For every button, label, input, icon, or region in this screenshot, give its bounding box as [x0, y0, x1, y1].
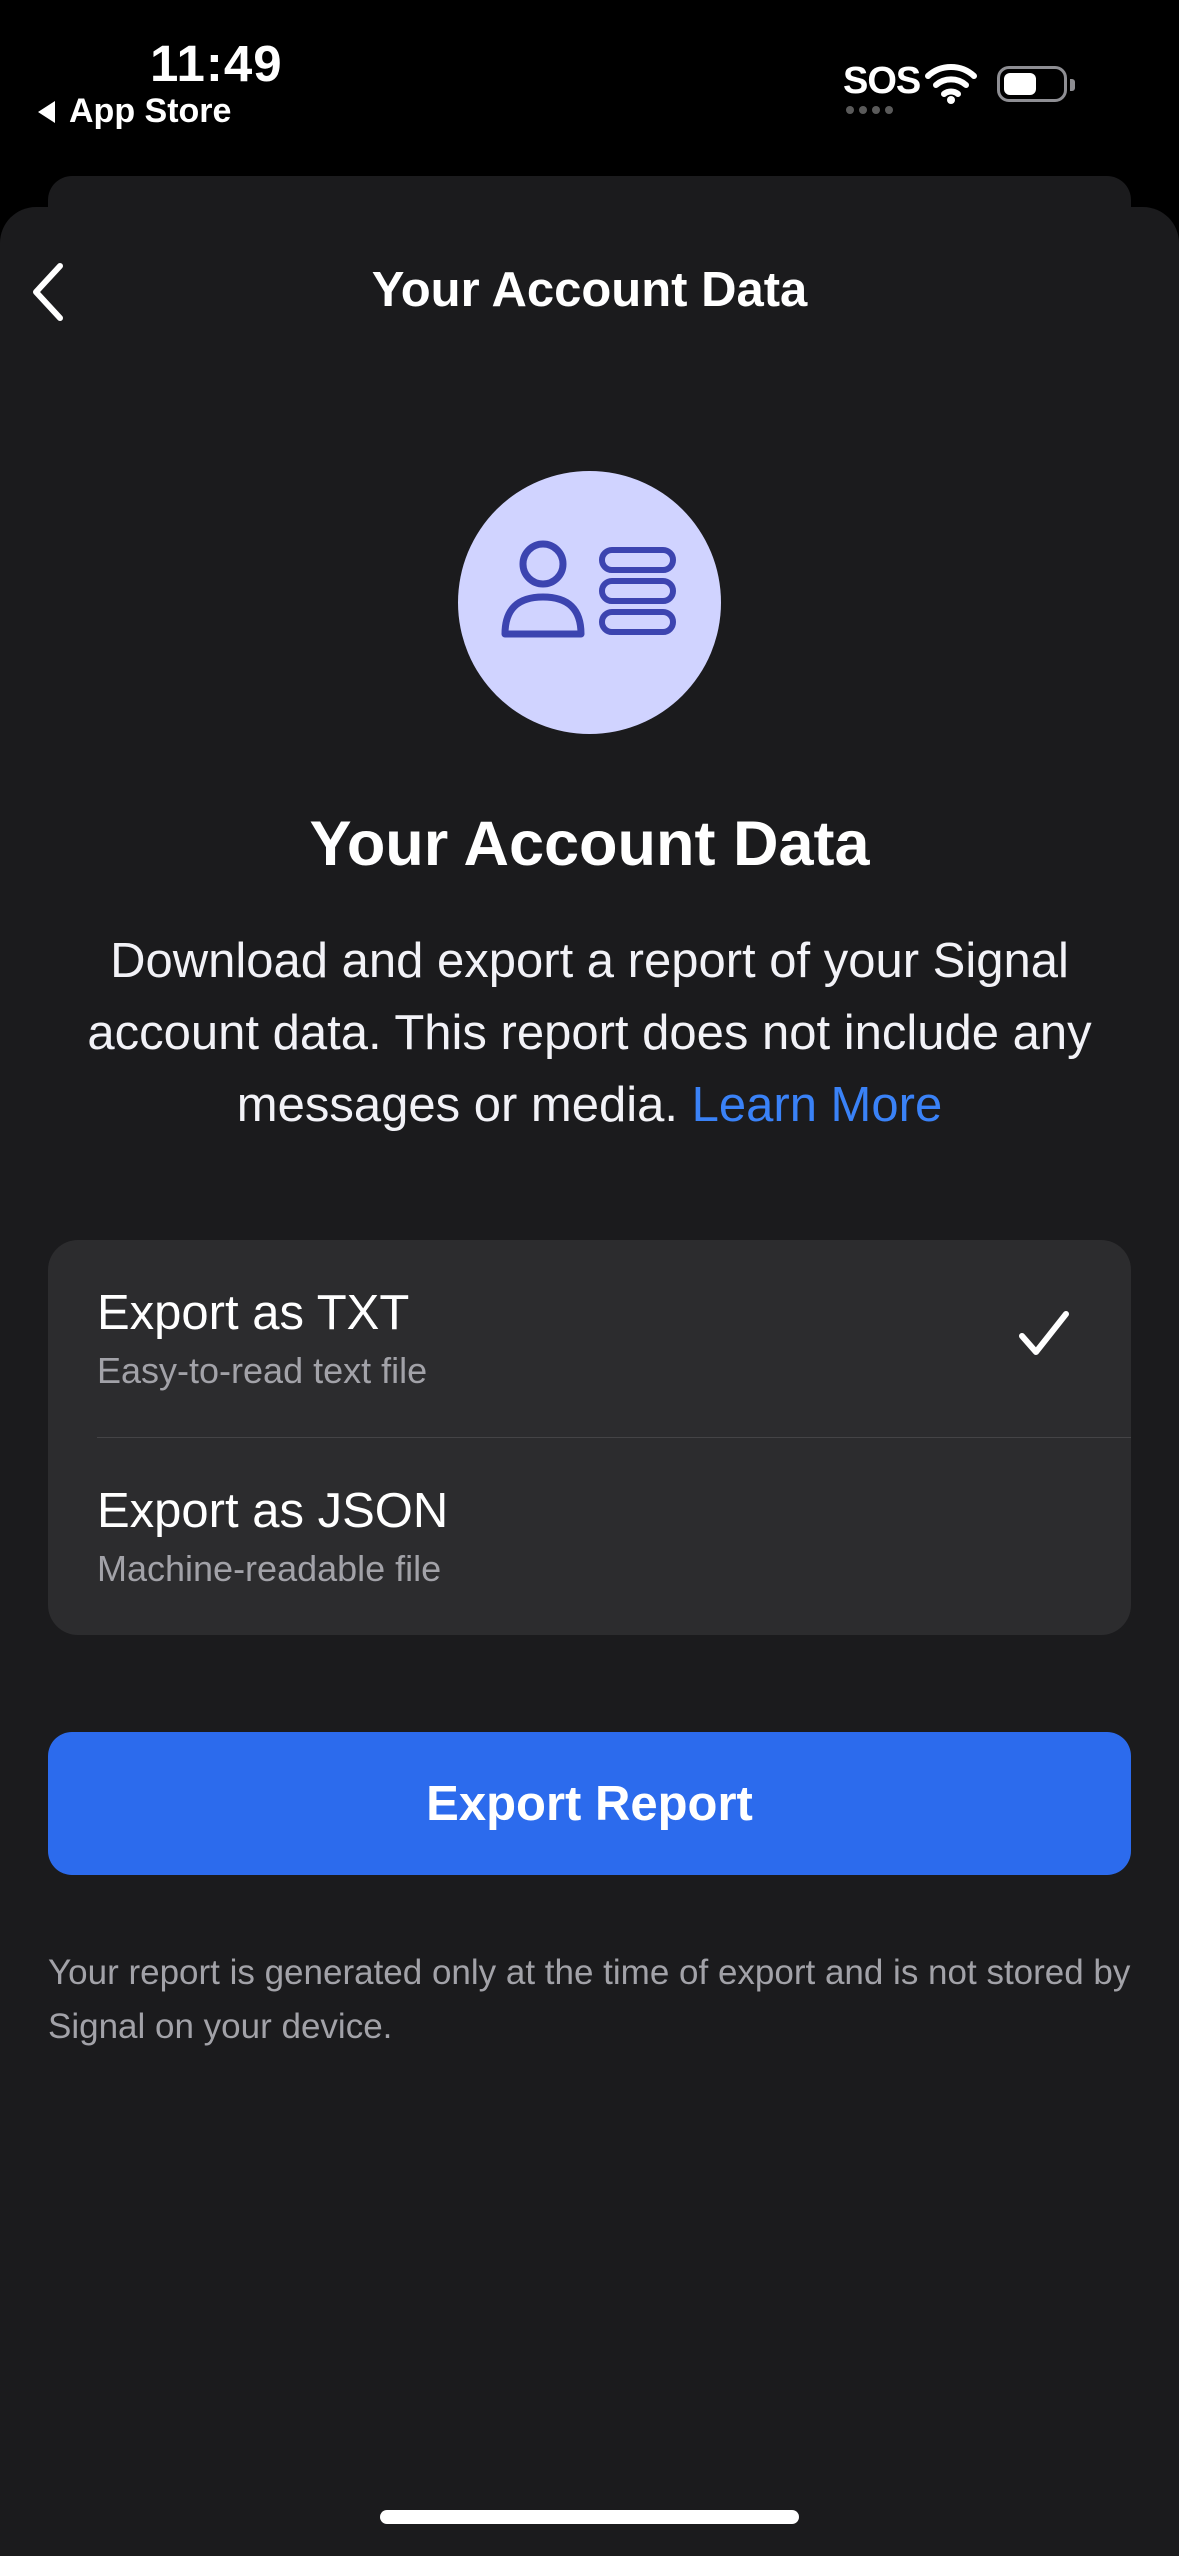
option-title: Export as TXT [97, 1286, 410, 1340]
back-app-label: App Store [69, 92, 232, 130]
signal-dots-icon [846, 106, 893, 114]
option-subtitle: Easy-to-read text file [97, 1350, 428, 1391]
description-text: Download and export a report of your Sig… [40, 925, 1139, 1141]
battery-icon [997, 66, 1075, 102]
export-report-button[interactable]: Export Report [48, 1732, 1131, 1875]
status-time: 11:49 [150, 35, 283, 92]
back-triangle-icon [38, 100, 55, 123]
option-export-txt[interactable]: Export as TXT Easy-to-read text file [48, 1240, 1131, 1438]
option-subtitle: Machine-readable file [97, 1548, 442, 1589]
export-format-list: Export as TXT Easy-to-read text file Exp… [48, 1240, 1131, 1635]
status-bar: 11:49 App Store SOS [0, 0, 1179, 175]
page-heading: Your Account Data [309, 809, 870, 879]
checkmark-icon [1019, 1311, 1069, 1355]
nav-title: Your Account Data [371, 263, 808, 317]
account-data-illustration [458, 471, 721, 734]
learn-more-link[interactable]: Learn More [692, 1078, 943, 1132]
wifi-icon [925, 64, 977, 104]
home-indicator[interactable] [380, 2510, 799, 2524]
export-footnote: Your report is generated only at the tim… [48, 1953, 1131, 2046]
back-to-app-store[interactable]: App Store [38, 92, 231, 131]
contact-card-icon [501, 540, 676, 638]
option-title: Export as JSON [97, 1484, 449, 1538]
sos-indicator: SOS [843, 60, 921, 102]
option-export-json[interactable]: Export as JSON Machine-readable file [48, 1438, 1131, 1635]
